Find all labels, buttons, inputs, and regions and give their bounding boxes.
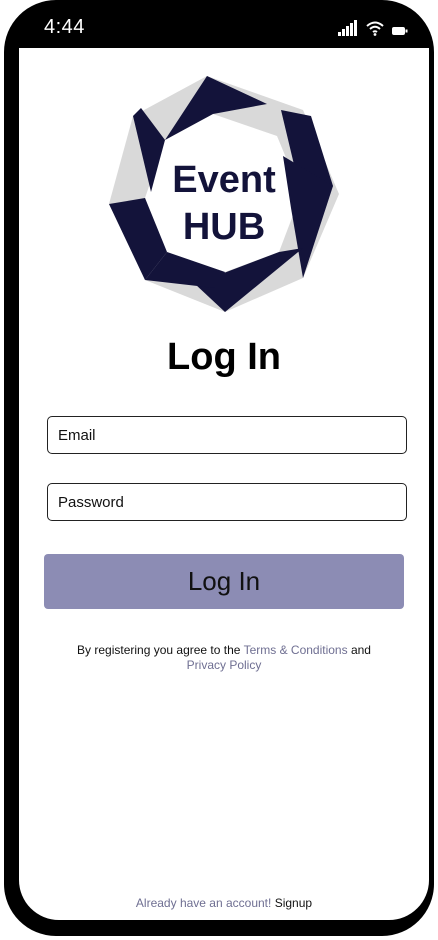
password-field[interactable] bbox=[47, 483, 407, 521]
signup-prompt-text: Already have an account! bbox=[135, 896, 275, 910]
terms-prefix-text: By registering you agree to the bbox=[77, 643, 244, 657]
terms-notice: By registering you agree to the Terms & … bbox=[49, 643, 399, 673]
event-hub-logo: Event HUB bbox=[107, 74, 341, 314]
status-bar: 4:44 bbox=[0, 0, 438, 48]
privacy-policy-link[interactable]: Privacy Policy bbox=[187, 658, 262, 672]
terms-and-conditions-link[interactable]: Terms & Conditions bbox=[244, 643, 348, 657]
page-title: Log In bbox=[167, 336, 281, 378]
terms-middle-text: and bbox=[347, 643, 371, 657]
signup-link[interactable]: Signup bbox=[275, 896, 312, 910]
status-time: 4:44 bbox=[44, 16, 85, 38]
email-field[interactable] bbox=[47, 416, 407, 454]
battery-icon bbox=[392, 27, 408, 35]
app-screen: Event HUB Log In Log In By registering y… bbox=[19, 48, 429, 920]
logo-text-event: Event bbox=[172, 159, 276, 201]
signup-prompt: Already have an account! Signup bbox=[19, 896, 429, 910]
status-icons bbox=[338, 20, 408, 36]
phone-frame: Event HUB Log In Log In By registering y… bbox=[4, 0, 434, 936]
login-button[interactable]: Log In bbox=[44, 554, 404, 609]
wifi-icon bbox=[366, 21, 384, 36]
logo-text-hub: HUB bbox=[182, 206, 266, 248]
cellular-signal-icon bbox=[338, 20, 357, 36]
